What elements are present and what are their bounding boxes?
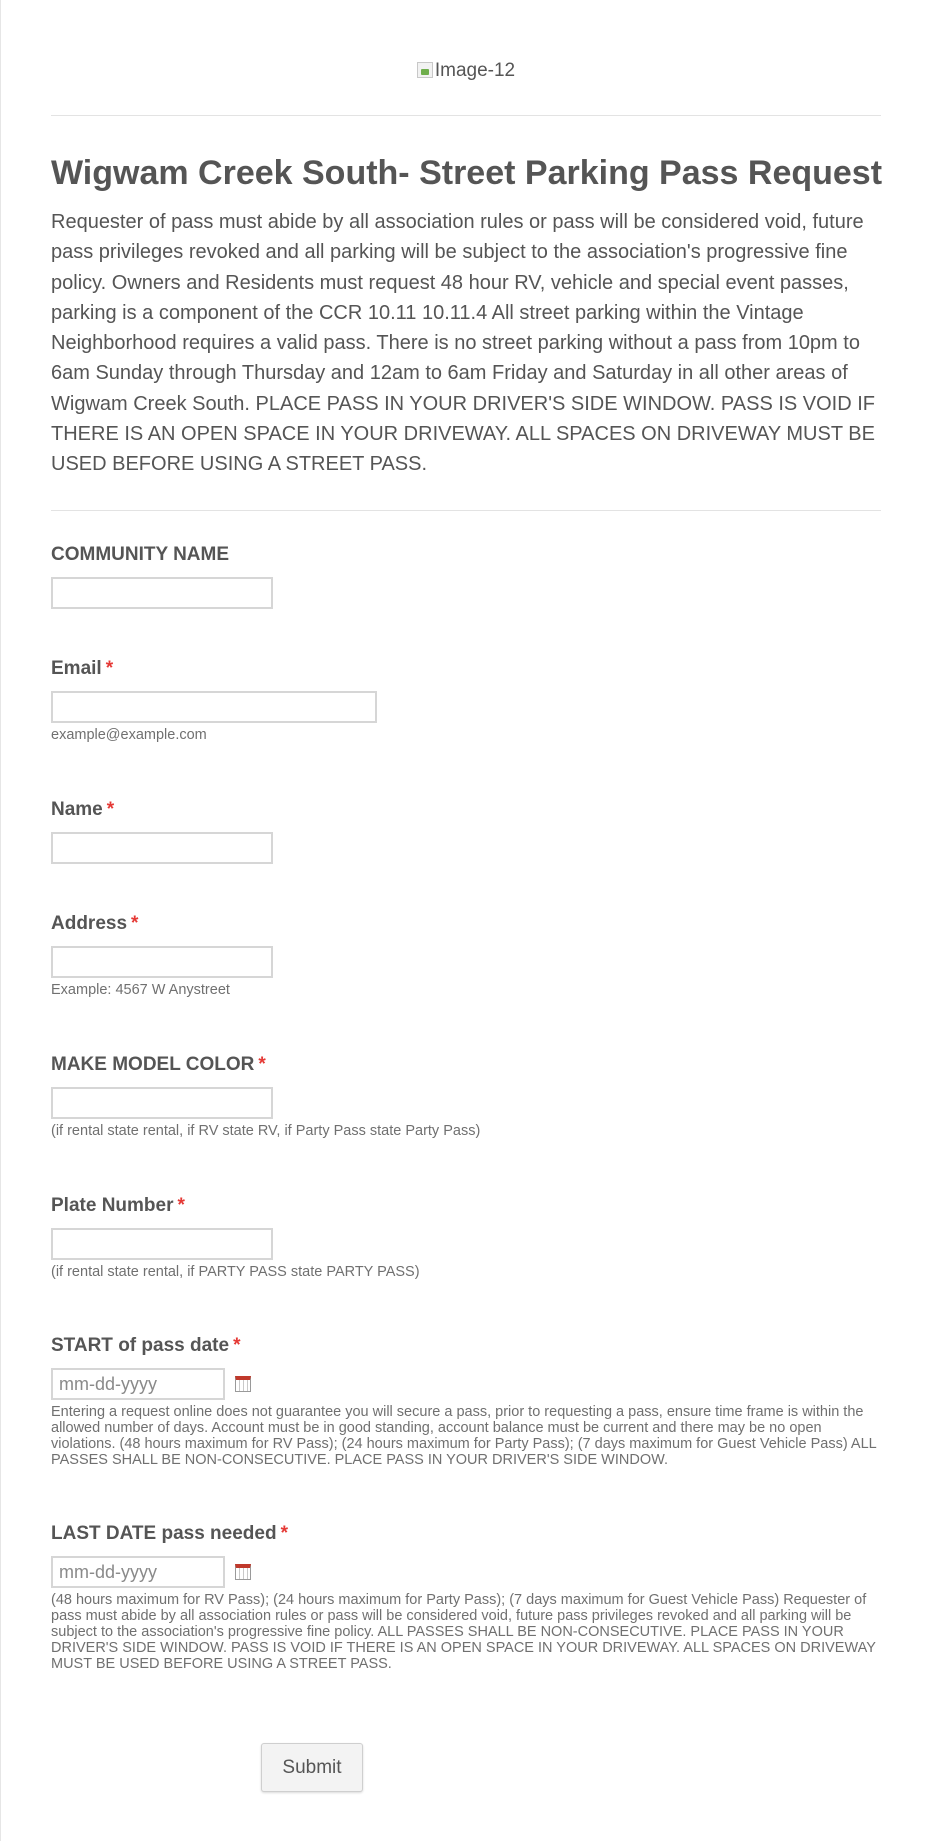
make-model-color-input[interactable] (51, 1087, 273, 1119)
start-date-field: START of pass date* Entering a request o… (51, 1334, 887, 1468)
start-date-sublabel: Entering a request online does not guara… (51, 1404, 877, 1468)
start-date-row (51, 1368, 887, 1400)
last-date-input[interactable] (51, 1556, 225, 1588)
address-sublabel: Example: 4567 W Anystreet (51, 982, 230, 998)
field-label: MAKE MODEL COLOR * (51, 1054, 266, 1075)
required-asterisk: * (105, 658, 114, 679)
header-divider (51, 115, 881, 116)
logo-alt-text: Image-12 (434, 60, 516, 81)
last-date-row (51, 1556, 887, 1588)
last-date-sublabel: (48 hours maximum for RV Pass); (24 hour… (51, 1592, 876, 1672)
form-page: Image-12 Wigwam Creek South- Street Park… (0, 0, 930, 1841)
section-divider (51, 510, 881, 511)
plate-number-field: Plate Number * (if rental state rental, i… (51, 1194, 887, 1280)
address-input[interactable] (51, 946, 273, 978)
required-asterisk: * (258, 1054, 266, 1075)
field-label: Name * (51, 799, 115, 820)
required-asterisk: * (106, 799, 115, 820)
name-field: Name * (51, 798, 887, 864)
email-input[interactable] (51, 691, 377, 723)
required-asterisk: * (177, 1195, 185, 1216)
start-date-input[interactable] (51, 1368, 225, 1400)
calendar-icon[interactable] (235, 1564, 251, 1580)
email-field: Email * example@example.com (51, 657, 887, 743)
community-name-field: COMMUNITY NAME (51, 543, 887, 609)
broken-image-icon (416, 62, 433, 78)
address-field: Address * Example: 4567 W Anystreet (51, 912, 887, 998)
header-logo: Image-12 (1, 60, 930, 82)
name-input[interactable] (51, 832, 273, 864)
last-date-field: LAST DATE pass needed* (48 hours maximum… (51, 1522, 887, 1672)
field-label: Plate Number * (51, 1195, 185, 1216)
plate-sublabel: (if rental state rental, if PARTY PASS s… (51, 1264, 420, 1280)
form-description: Requester of pass must abide by all asso… (51, 211, 876, 476)
field-label: START of pass date * (51, 1335, 241, 1356)
plate-number-input[interactable] (51, 1228, 273, 1260)
make-model-color-field: MAKE MODEL COLOR * (if rental state renta… (51, 1053, 887, 1139)
submit-button[interactable]: Submit (261, 1743, 363, 1792)
required-asterisk: * (233, 1335, 241, 1356)
required-asterisk: * (131, 913, 139, 934)
field-label: Address * (51, 913, 139, 934)
community-name-input[interactable] (51, 577, 273, 609)
field-label: Email * (51, 658, 114, 679)
required-asterisk: * (280, 1523, 288, 1544)
calendar-icon[interactable] (235, 1376, 251, 1392)
page-title: Wigwam Creek South- Street Parking Pass … (51, 154, 883, 192)
field-label: LAST DATE pass needed * (51, 1523, 288, 1544)
email-sublabel: example@example.com (51, 727, 207, 743)
make-model-sublabel: (if rental state rental, if RV state RV,… (51, 1123, 481, 1139)
field-label: COMMUNITY NAME (51, 544, 230, 565)
